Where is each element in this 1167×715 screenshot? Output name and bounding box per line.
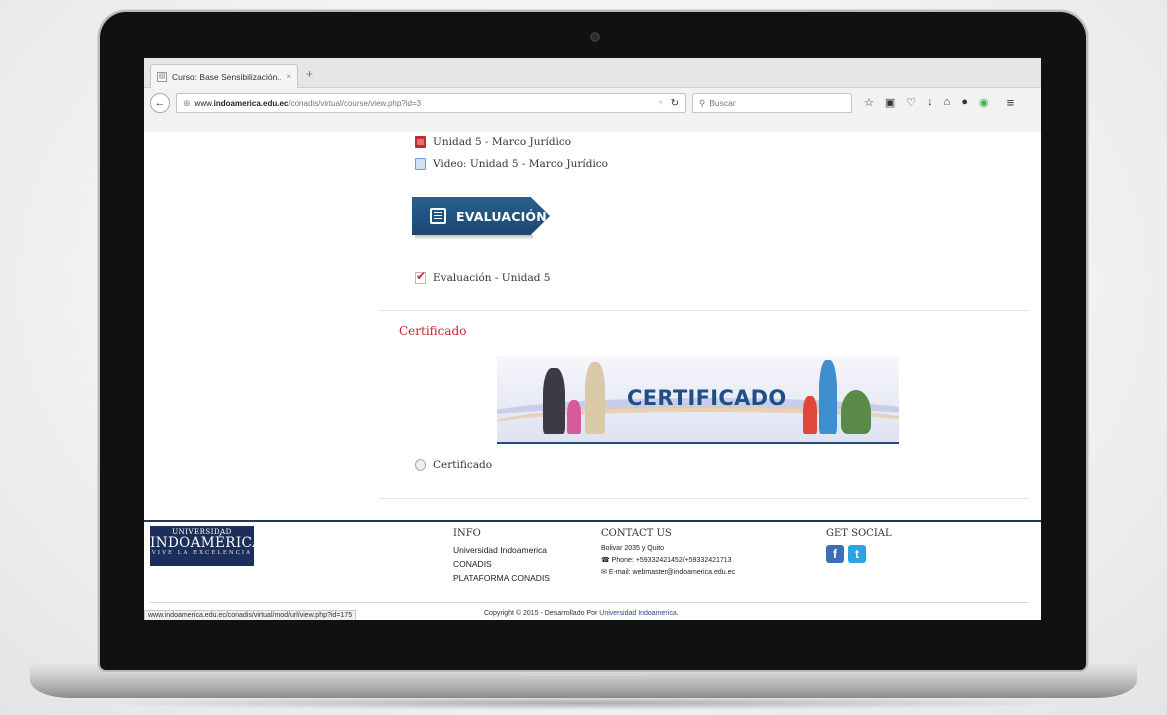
pocket-icon[interactable]: ♡ [906, 96, 916, 109]
url-icon [415, 459, 426, 471]
logo-tagline: VIVE LA EXCELENCIA [151, 550, 253, 556]
section-title-certificado: Certificado [399, 324, 467, 338]
home-icon[interactable]: ⌂ [944, 96, 951, 109]
url-prefix: www. [194, 98, 214, 108]
footer-link[interactable]: PLATAFORMA CONADIS [453, 573, 550, 583]
download-icon[interactable]: ↓ [927, 96, 933, 109]
copyright-text: Copyright © 2015 - Desarrollado Por [484, 610, 598, 617]
close-tab-icon[interactable]: × [286, 72, 291, 81]
copyright: Copyright © 2015 - Desarrollado Por Univ… [484, 610, 679, 617]
laptop-shadow [80, 696, 1087, 710]
status-bar: www.indoamerica.edu.ec/conadis/virtual/m… [144, 610, 357, 620]
hamburger-menu-icon[interactable]: ≡ [1007, 95, 1015, 110]
activity-label[interactable]: Certificado [433, 459, 492, 471]
pdf-icon [415, 136, 426, 148]
toolbar-icons: ☆ ▣ ♡ ↓ ⌂ ● ◉ [864, 96, 989, 109]
certificate-banner-label: CERTIFICADO [627, 386, 787, 410]
contact-phone-text: Phone: +59332421452/+59332421713 [611, 557, 732, 564]
footer-info: INFO Universidad Indoamerica CONADIS PLA… [453, 528, 550, 587]
search-input[interactable]: ⚲ Buscar [692, 93, 852, 113]
person-illustration [543, 368, 565, 434]
bookmark-star-icon[interactable]: ☆ [864, 96, 874, 109]
activity-label[interactable]: Evaluación - Unidad 5 [433, 272, 550, 284]
activity-label[interactable]: Video: Unidad 5 - Marco Jurídico [433, 158, 608, 170]
video-file-icon [415, 158, 426, 170]
chat-icon[interactable]: ● [961, 96, 968, 109]
nav-bar: ← ⊕ www. indoamerica.edu.ec/conadis/virtu… [144, 88, 1041, 132]
tab-title: Curso: Base Sensibilización... [172, 71, 282, 82]
logo-main: INDOAMÉRICA [150, 535, 263, 551]
phone-icon: ☎ [601, 557, 612, 564]
tab-bar: ▤ Curso: Base Sensibilización... × + [144, 58, 1041, 88]
globe-icon: ⊕ [183, 97, 191, 108]
person-illustration [819, 360, 837, 434]
banner-shadow [415, 235, 533, 240]
activity-label[interactable]: Unidad 5 - Marco Jurídico [433, 136, 571, 148]
footer-heading: CONTACT US [601, 528, 672, 539]
document-icon [430, 208, 446, 224]
contact-email: ✉ E-mail: webmaster@indoamerica.edu.ec [601, 568, 735, 576]
child-illustration [803, 396, 817, 434]
footer-contact: CONTACT US Bolivar 2035 y Quito ☎ Phone:… [601, 528, 735, 580]
tab-course[interactable]: ▤ Curso: Base Sensibilización... × [150, 64, 298, 88]
url-bar[interactable]: ⊕ www. indoamerica.edu.ec/conadis/virtual… [176, 93, 686, 113]
section-divider [379, 310, 1029, 311]
browser-window: ▤ Curso: Base Sensibilización... × + ← ⊕… [144, 58, 1041, 620]
footer-link[interactable]: CONADIS [453, 559, 550, 569]
new-tab-button[interactable]: + [306, 67, 313, 81]
reload-icon[interactable]: ↻ [671, 98, 679, 109]
footer-heading: INFO [453, 528, 481, 539]
reading-list-icon[interactable]: ▣ [885, 96, 895, 109]
facebook-icon[interactable]: f [826, 545, 844, 563]
search-icon: ⚲ [699, 97, 706, 108]
contact-address: Bolivar 2035 y Quito [601, 545, 665, 552]
favicon-icon: ▤ [157, 71, 167, 82]
url-domain: indoamerica.edu.ec [213, 98, 289, 108]
contact-phone: ☎ Phone: +59332421452/+59332421713 [601, 556, 735, 564]
child-illustration [567, 400, 581, 434]
section-divider [379, 498, 1029, 499]
activity-unidad5[interactable]: Unidad 5 - Marco Jurídico [415, 136, 571, 148]
dropdown-icon[interactable]: ▿ [659, 98, 663, 109]
extension-icon[interactable]: ◉ [979, 96, 989, 109]
activity-evaluacion[interactable]: Evaluación - Unidad 5 [415, 269, 550, 284]
search-placeholder: Buscar [709, 98, 736, 108]
copyright-org-link[interactable]: Universidad Indoamerica. [599, 610, 678, 617]
twitter-icon[interactable]: t [848, 545, 866, 563]
activity-certificado[interactable]: Certificado [415, 459, 492, 471]
evaluation-banner-label: EVALUACIÓN [456, 208, 547, 224]
site-footer: UNIVERSIDAD INDOAMÉRICA VIVE LA EXCELENC… [144, 520, 1041, 620]
contact-email-text[interactable]: E-mail: webmaster@indoamerica.edu.ec [609, 569, 735, 576]
quiz-check-icon [415, 269, 426, 284]
university-logo[interactable]: UNIVERSIDAD INDOAMÉRICA VIVE LA EXCELENC… [150, 526, 263, 566]
back-button[interactable]: ← [150, 93, 170, 113]
camera [590, 32, 600, 42]
wheelchair-user-illustration [841, 390, 871, 434]
footer-heading: GET SOCIAL [826, 528, 892, 539]
footer-link[interactable]: Universidad Indoamerica [453, 545, 550, 555]
activity-video-unidad5[interactable]: Video: Unidad 5 - Marco Jurídico [415, 158, 608, 170]
url-path: /conadis/virtual/course/view.php?id=3 [288, 98, 422, 108]
footer-divider [150, 602, 1029, 603]
footer-social: GET SOCIAL f t [826, 528, 892, 563]
certificate-banner: CERTIFICADO [497, 356, 899, 444]
page-content: Unidad 5 - Marco Jurídico Video: Unidad … [144, 132, 1041, 620]
evaluation-banner: EVALUACIÓN [412, 197, 550, 235]
mail-icon: ✉ [601, 569, 609, 576]
person-illustration [585, 362, 605, 434]
